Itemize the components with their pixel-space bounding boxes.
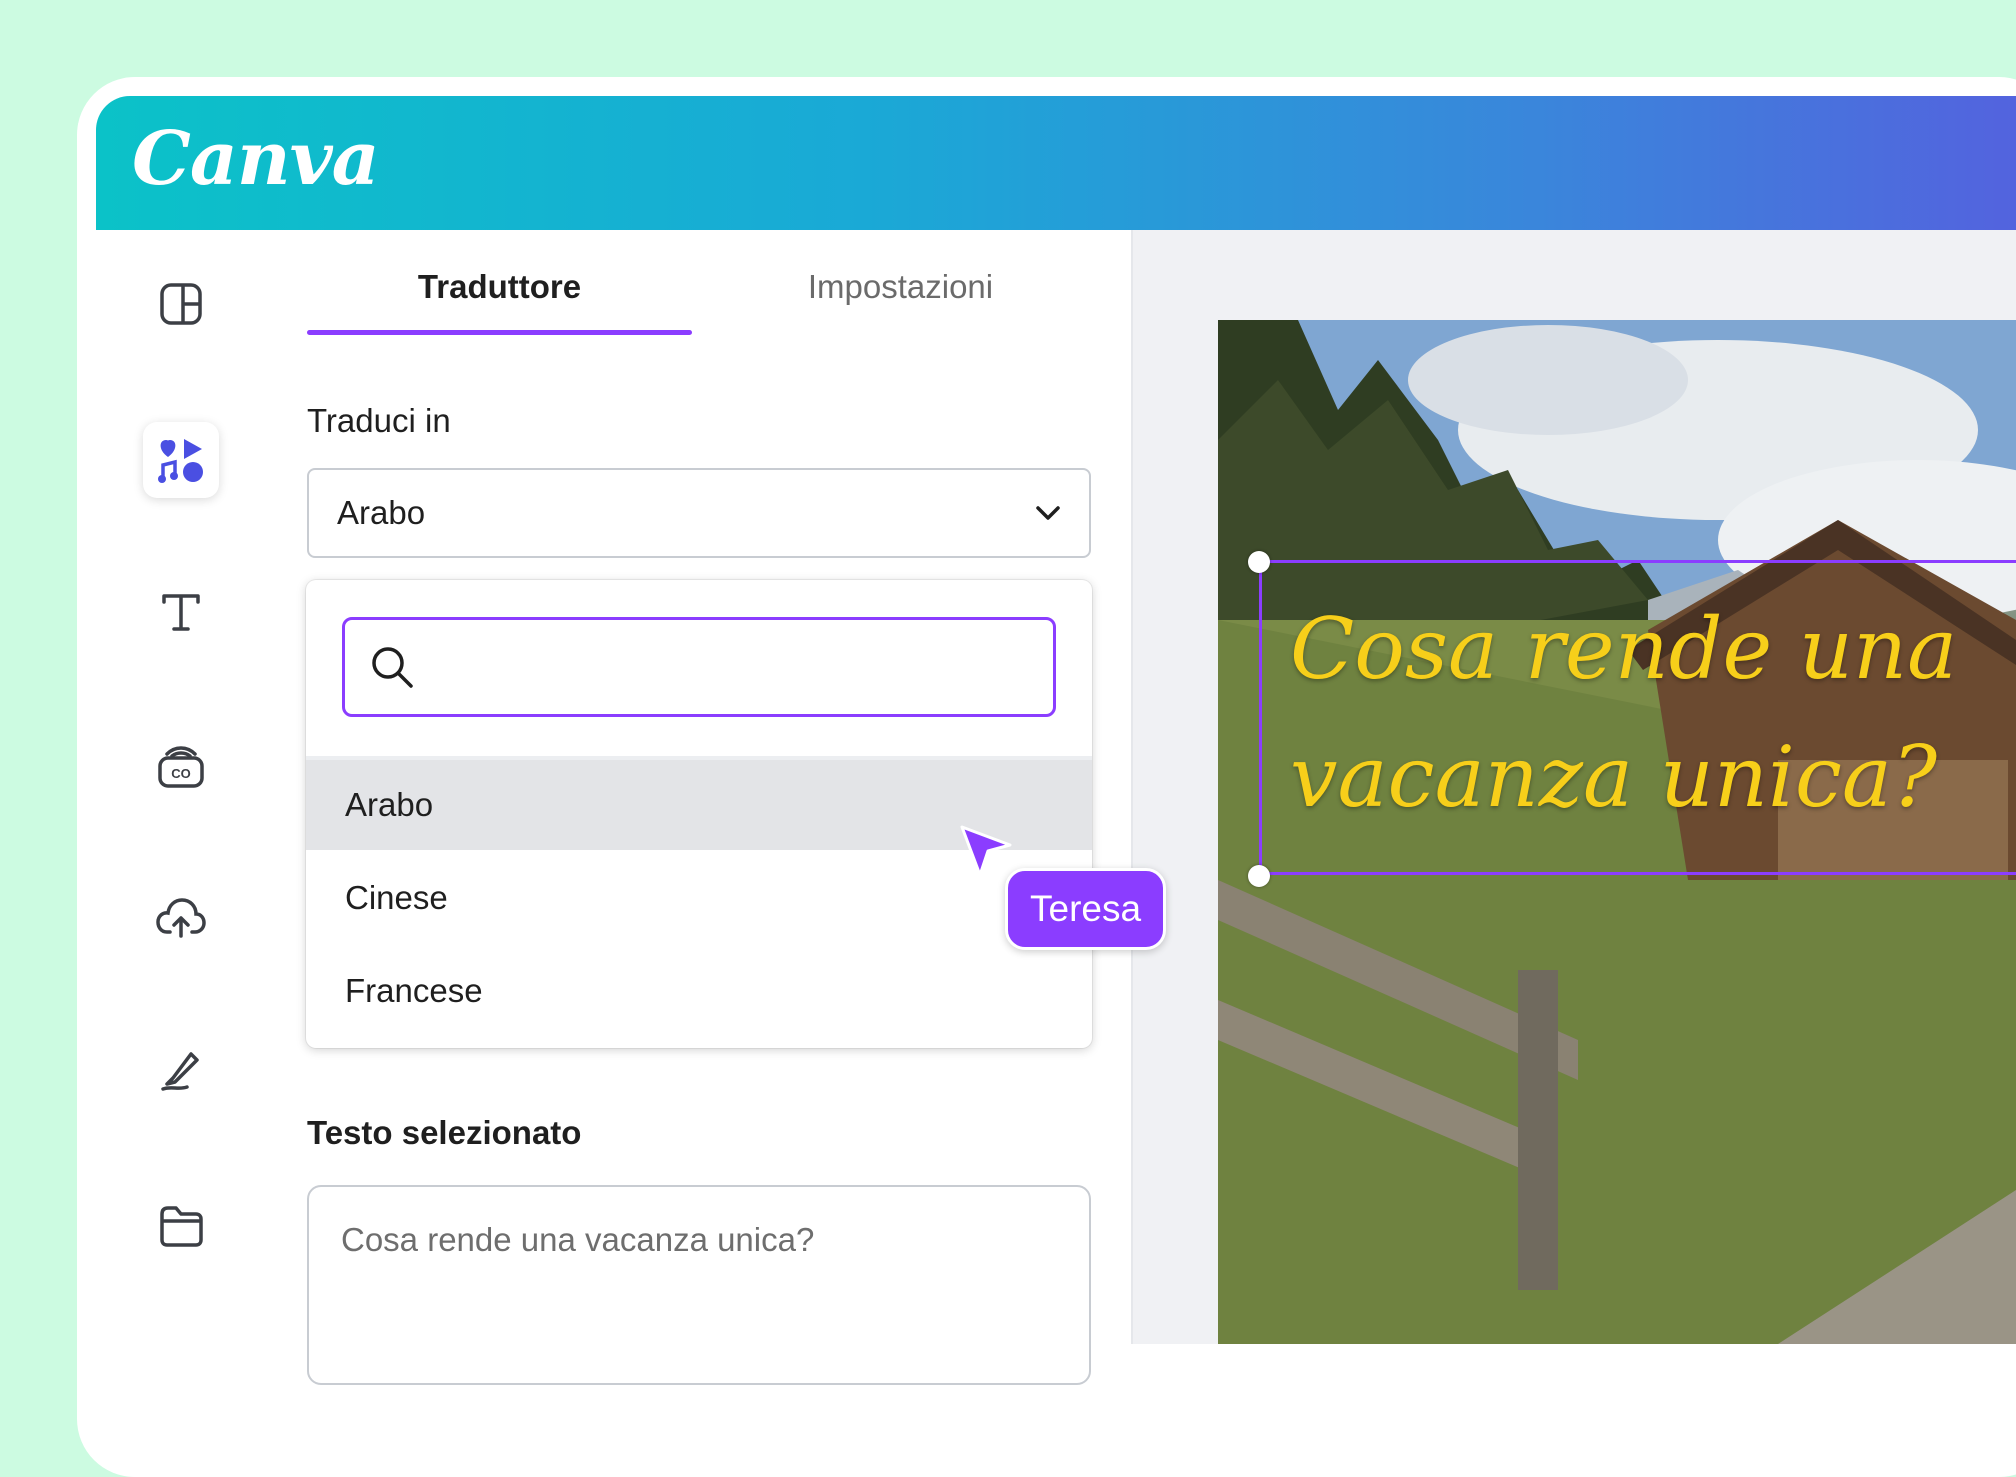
selected-text-field[interactable]: Cosa rende una vacanza unica?: [307, 1185, 1091, 1385]
collaborator-name-tag: Teresa: [1005, 868, 1167, 950]
tab-translator[interactable]: Traduttore: [307, 268, 692, 306]
selected-language: Arabo: [337, 494, 426, 531]
option-french[interactable]: Francese: [306, 946, 1092, 1036]
language-select[interactable]: Arabo: [307, 468, 1091, 558]
canvas-headline-line-1: Cosa rende una: [1290, 600, 1958, 698]
layout-icon[interactable]: [143, 266, 219, 342]
header-bar: Canva: [96, 96, 2016, 230]
resize-handle-bottom-left[interactable]: [1248, 865, 1270, 887]
chevron-down-icon: [1036, 506, 1060, 520]
search-input[interactable]: [429, 638, 1033, 698]
translator-panel: CO Traduttore Impostazioni Traduci in Ar…: [96, 230, 1131, 1385]
canvas-headline[interactable]: Cosa rende una vacanza unica?: [1290, 585, 2010, 841]
language-search[interactable]: [342, 617, 1056, 717]
resize-handle-top-left[interactable]: [1248, 551, 1270, 573]
svg-text:CO: CO: [171, 766, 191, 781]
language-dropdown: Arabo Cinese Francese: [306, 580, 1092, 1048]
folder-icon[interactable]: [143, 1188, 219, 1264]
canvas-headline-line-2: vacanza unica?: [1290, 728, 1938, 826]
active-tab-indicator: [307, 330, 692, 335]
text-icon[interactable]: [143, 574, 219, 650]
upload-cloud-icon[interactable]: [143, 880, 219, 956]
canva-logo[interactable]: Canva: [132, 116, 380, 202]
collaborator-cursor-icon: [960, 825, 1012, 877]
draw-icon[interactable]: [143, 1032, 219, 1108]
tab-settings[interactable]: Impostazioni: [708, 268, 1093, 306]
apps-icon[interactable]: [143, 422, 219, 498]
search-icon: [372, 647, 413, 688]
captions-icon[interactable]: CO: [143, 728, 219, 804]
selected-text-label: Testo selezionato: [307, 1114, 582, 1151]
translate-to-label: Traduci in: [307, 402, 451, 439]
